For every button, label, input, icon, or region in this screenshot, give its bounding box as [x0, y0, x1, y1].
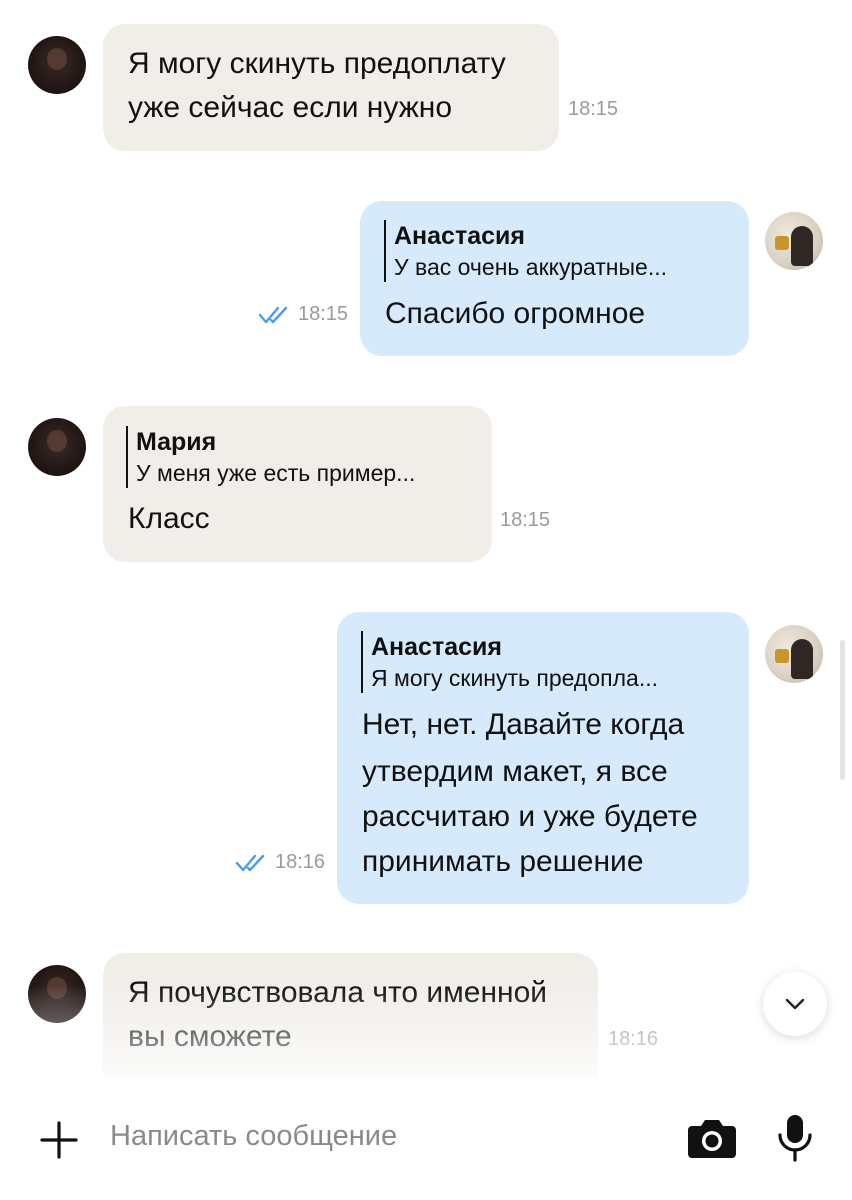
reply-quote[interactable]: Анастасия Я могу скинуть предопла...: [361, 631, 658, 693]
own-avatar[interactable]: [765, 212, 823, 270]
reply-preview: У меня уже есть пример...: [136, 460, 416, 486]
message-time: 18:16: [608, 1028, 659, 1050]
message-text: принимать решение: [362, 845, 644, 878]
scroll-to-bottom-button[interactable]: [763, 972, 827, 1036]
reply-preview: У вас очень аккуратные...: [394, 254, 668, 280]
scrollbar-thumb[interactable]: [840, 640, 845, 780]
own-avatar[interactable]: [765, 625, 823, 683]
chevron-down-icon: [785, 998, 805, 1010]
contact-avatar[interactable]: [28, 418, 86, 476]
reply-preview: Я могу скинуть предопла...: [371, 665, 658, 691]
message-text: Я могу скинуть предоплату: [128, 47, 506, 80]
microphone-icon[interactable]: [775, 1113, 815, 1163]
message-time: 18:15: [500, 509, 551, 531]
message-input[interactable]: Написать сообщение: [110, 1120, 397, 1153]
message-text: Спасибо огромное: [385, 297, 646, 330]
message-text: рассчитаю и уже будете: [362, 800, 698, 833]
reply-author: Анастасия: [371, 633, 502, 661]
message-time: 18:15: [568, 98, 619, 120]
message-text: Класс: [128, 502, 210, 535]
message-text: Я почувствовала что именной: [128, 976, 548, 1009]
reply-quote[interactable]: Анастасия У вас очень аккуратные...: [384, 220, 667, 282]
message-text: Нет, нет. Давайте когда: [362, 708, 685, 741]
camera-icon[interactable]: [686, 1116, 738, 1160]
read-checkmark-icon: [235, 854, 265, 872]
reply-quote[interactable]: Мария У меня уже есть пример...: [126, 426, 415, 488]
contact-avatar[interactable]: [28, 36, 86, 94]
plus-icon[interactable]: [40, 1121, 78, 1159]
message-text: утвердим макет, я все: [362, 755, 668, 788]
reply-author: Мария: [136, 428, 217, 456]
contact-avatar[interactable]: [28, 965, 86, 1023]
read-checkmark-icon: [258, 306, 288, 324]
message-time: 18:16: [275, 851, 326, 873]
message-text: уже сейчас если нужно: [128, 91, 453, 124]
reply-author: Анастасия: [394, 222, 525, 250]
message-time: 18:15: [298, 303, 349, 325]
message-text: вы сможете: [128, 1020, 292, 1053]
